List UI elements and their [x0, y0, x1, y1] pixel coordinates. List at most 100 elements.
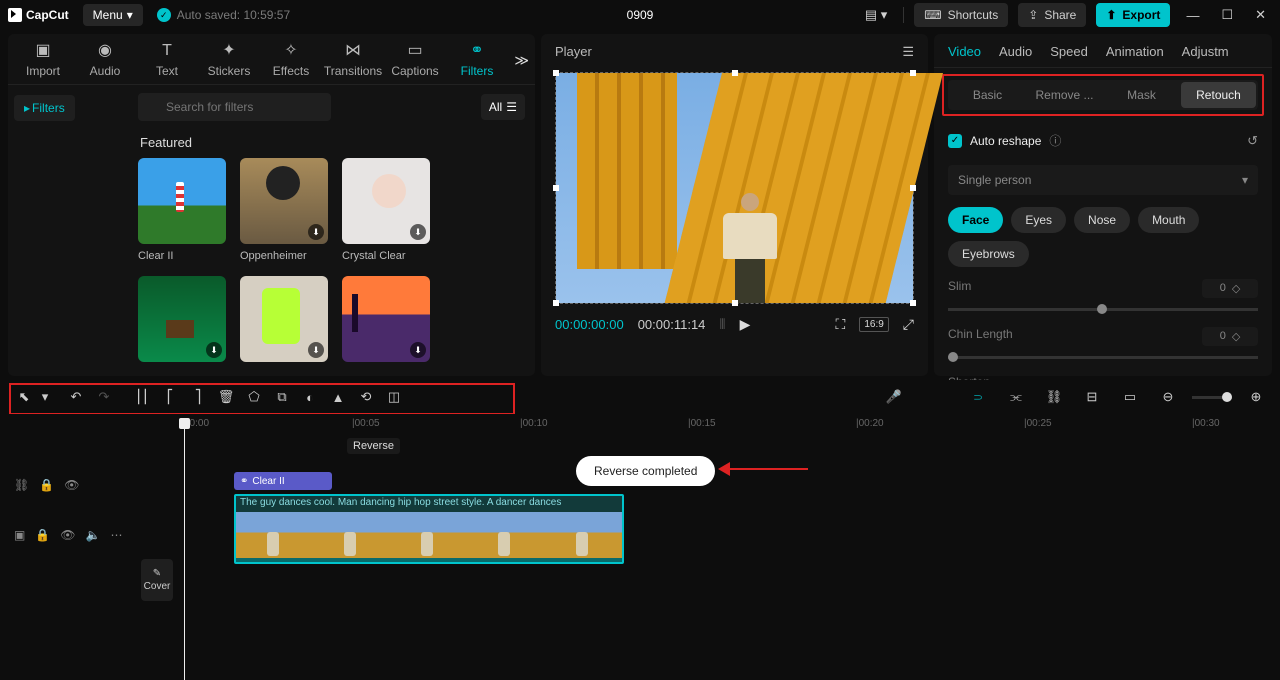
sub-tab-mask[interactable]: Mask	[1104, 82, 1179, 108]
slider-slim-value[interactable]: 0◇	[1202, 279, 1258, 298]
player-viewport[interactable]	[555, 72, 914, 304]
mute-icon[interactable]: 🔈	[86, 528, 101, 542]
sub-tab-basic[interactable]: Basic	[950, 82, 1025, 108]
slider-chin[interactable]	[948, 356, 1258, 359]
filter-item-oppenheimer[interactable]: ⬇Oppenheimer	[240, 158, 328, 262]
pointer-tool[interactable]: ⬉	[10, 384, 38, 410]
cover-button[interactable]: ✎ Cover	[141, 559, 173, 601]
pill-eyebrows[interactable]: Eyebrows	[948, 241, 1029, 267]
zoom-in[interactable]: ⊕	[1242, 384, 1270, 410]
filter-item-crystal-clear[interactable]: ⬇Crystal Clear	[342, 158, 430, 262]
sub-tab-remove[interactable]: Remove ...	[1027, 82, 1102, 108]
insp-tab-animation[interactable]: Animation	[1106, 44, 1164, 59]
trim-right-tool[interactable]: ⎤	[184, 384, 212, 410]
fullscreen-icon[interactable]: ⤢	[903, 316, 914, 333]
timeline-ruler[interactable]: 00:00 |00:05 |00:10 |00:15 |00:20 |00:25…	[0, 414, 1280, 436]
auto-reshape-label: Auto reshape	[970, 134, 1041, 148]
reverse-tool[interactable]: ◐	[296, 384, 324, 410]
split-tool[interactable]: ⎮⎮	[128, 384, 156, 410]
video-track-icon[interactable]: ▣	[14, 528, 25, 542]
tab-import[interactable]: ▣Import	[12, 40, 74, 84]
link-icon[interactable]: ⛓	[14, 478, 29, 492]
eye-icon[interactable]: 👁	[60, 528, 75, 542]
pill-mouth[interactable]: Mouth	[1138, 207, 1199, 233]
magnet-tool[interactable]: ⸧	[964, 384, 992, 410]
rotate-tool[interactable]: ⟲	[352, 384, 380, 410]
lock-icon[interactable]: 🔒	[39, 478, 54, 492]
share-button[interactable]: ⇪ Share	[1018, 3, 1086, 27]
filter-item[interactable]: ⬇	[240, 276, 328, 368]
playhead[interactable]	[184, 420, 185, 680]
crop-tool[interactable]: ◫	[380, 384, 408, 410]
aspect-ratio[interactable]: 16:9	[859, 317, 888, 332]
shield-tool[interactable]: ⬠	[240, 384, 268, 410]
tab-effects[interactable]: ✧Effects	[260, 40, 322, 84]
pill-face[interactable]: Face	[948, 207, 1003, 233]
preview-tool[interactable]: ▭	[1116, 384, 1144, 410]
maximize-button[interactable]: ☐	[1215, 3, 1239, 27]
info-icon[interactable]: ⓘ	[1049, 132, 1061, 149]
clip-title: The guy dances cool. Man dancing hip hop…	[236, 496, 622, 512]
more-icon[interactable]: ⋯	[110, 528, 122, 542]
tab-filters[interactable]: ⚭Filters	[446, 40, 508, 84]
scan-icon[interactable]: ⛶	[836, 316, 846, 333]
download-icon[interactable]: ⬇	[410, 342, 426, 358]
tab-captions[interactable]: ▭Captions	[384, 40, 446, 84]
play-button[interactable]: ▶	[740, 316, 751, 333]
filter-clip[interactable]: ⚭ Clear II	[234, 472, 332, 490]
mirror-tool[interactable]: ▲	[324, 384, 352, 410]
pill-nose[interactable]: Nose	[1074, 207, 1130, 233]
download-icon[interactable]: ⬇	[206, 342, 222, 358]
tab-text[interactable]: TText	[136, 42, 198, 84]
pointer-dropdown[interactable]: ▾	[38, 384, 52, 410]
tab-stickers[interactable]: ✦Stickers	[198, 40, 260, 84]
trim-left-tool[interactable]: ⎡	[156, 384, 184, 410]
download-icon[interactable]: ⬇	[308, 224, 324, 240]
lock-icon[interactable]: 🔒	[35, 528, 50, 542]
tab-audio[interactable]: ◉Audio	[74, 40, 136, 84]
more-tabs-icon[interactable]: ≫	[514, 52, 529, 69]
download-icon[interactable]: ⬇	[410, 224, 426, 240]
eye-icon[interactable]: 👁	[64, 478, 79, 492]
align-tool[interactable]: ⊟	[1078, 384, 1106, 410]
search-input[interactable]	[138, 93, 331, 121]
insp-tab-speed[interactable]: Speed	[1050, 44, 1088, 59]
filter-item[interactable]: ⬇	[342, 276, 430, 368]
undo-button[interactable]: ↶	[62, 384, 90, 410]
pill-eyes[interactable]: Eyes	[1011, 207, 1066, 233]
auto-reshape-checkbox[interactable]: ✓	[948, 134, 962, 148]
filters-category[interactable]: ▸ Filters	[14, 95, 75, 121]
zoom-out[interactable]: ⊖	[1154, 384, 1182, 410]
insp-tab-audio[interactable]: Audio	[999, 44, 1032, 59]
close-button[interactable]: ✕	[1249, 3, 1272, 27]
filter-item-clear-ii[interactable]: Clear II	[138, 158, 226, 262]
video-clip[interactable]: The guy dances cool. Man dancing hip hop…	[234, 494, 624, 564]
zoom-slider[interactable]	[1192, 396, 1232, 399]
person-mode-select[interactable]: Single person▾	[948, 165, 1258, 195]
export-button[interactable]: ⬆ Export	[1096, 3, 1170, 27]
mic-button[interactable]: 🎤	[880, 384, 908, 410]
slider-chin-value[interactable]: 0◇	[1202, 327, 1258, 346]
layout-button[interactable]: ▤ ▾	[859, 3, 893, 27]
download-icon[interactable]: ⬇	[308, 342, 324, 358]
insp-tab-video[interactable]: Video	[948, 44, 981, 59]
player-menu-icon[interactable]: ☰	[902, 44, 914, 60]
slider-slim[interactable]	[948, 308, 1258, 311]
reset-icon[interactable]: ↺	[1247, 133, 1258, 149]
captions-icon: ▭	[384, 40, 446, 60]
menu-button[interactable]: Menu ▾	[83, 4, 143, 26]
minimize-button[interactable]: —	[1180, 4, 1205, 27]
filter-item[interactable]: ⬇	[138, 276, 226, 368]
link-tool[interactable]: ⫘	[1002, 384, 1030, 410]
copy-tool[interactable]: ⧉	[268, 384, 296, 410]
redo-button[interactable]: ↷	[90, 384, 118, 410]
delete-tool[interactable]: 🗑	[212, 384, 240, 410]
insp-tab-adjust[interactable]: Adjustm	[1182, 44, 1229, 59]
sub-tab-retouch[interactable]: Retouch	[1181, 82, 1256, 108]
media-panel: ▣Import ◉Audio TText ✦Stickers ✧Effects …	[8, 34, 535, 376]
tab-transitions[interactable]: ⋈Transitions	[322, 40, 384, 84]
all-filter-button[interactable]: All ☰	[481, 94, 525, 120]
chain-tool[interactable]: ⛓	[1040, 384, 1068, 410]
shortcuts-button[interactable]: ⌨ Shortcuts	[914, 3, 1008, 27]
step-back-icon[interactable]: ⦀	[719, 316, 725, 333]
